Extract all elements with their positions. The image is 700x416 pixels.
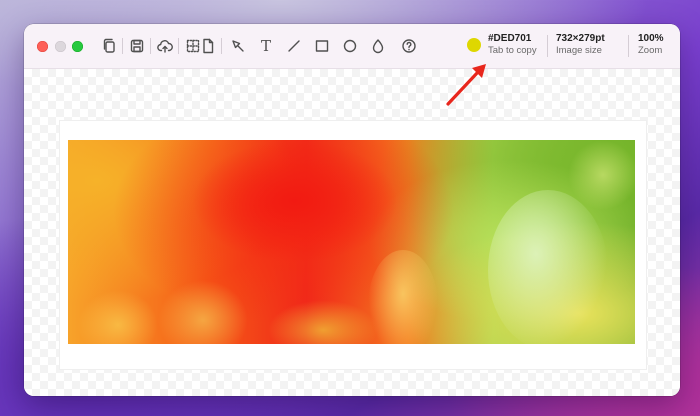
copy-icon[interactable] — [100, 37, 118, 55]
zoom-label: Zoom — [638, 45, 663, 56]
close-window-button[interactable] — [37, 41, 48, 52]
zoom-value: 100% — [638, 33, 664, 44]
toolbar-divider — [628, 35, 629, 57]
upload-icon[interactable] — [156, 37, 174, 55]
toolbar: T #DED701 Tab to copy 732×279pt Image si… — [24, 24, 680, 69]
save-icon[interactable] — [128, 37, 146, 55]
rectangle-icon[interactable] — [313, 37, 331, 55]
picked-color-info[interactable]: #DED701 Tab to copy — [488, 33, 537, 57]
canvas-area[interactable] — [24, 69, 680, 396]
app-window: T #DED701 Tab to copy 732×279pt Image si… — [24, 24, 680, 396]
text-icon[interactable]: T — [257, 37, 275, 55]
picked-color-hint: Tab to copy — [488, 45, 537, 56]
picked-color-hex: #DED701 — [488, 33, 532, 44]
annotation-arrow — [446, 64, 486, 106]
zoom-window-button[interactable] — [72, 41, 83, 52]
colorful-abstract-image[interactable] — [68, 140, 635, 344]
toolbar-divider — [150, 38, 151, 54]
toolbar-divider — [547, 35, 548, 57]
toolbar-divider — [122, 38, 123, 54]
toolbar-divider — [221, 38, 222, 54]
page-icon[interactable] — [199, 37, 217, 55]
help-icon[interactable] — [400, 37, 418, 55]
pen-icon[interactable] — [229, 37, 247, 55]
image-size-value: 732×279pt — [556, 33, 605, 44]
zoom-info: 100% Zoom — [638, 33, 664, 57]
ellipse-icon[interactable] — [341, 37, 359, 55]
toolbar-divider — [178, 38, 179, 54]
document-page — [59, 120, 647, 370]
minimize-window-button[interactable] — [55, 41, 66, 52]
image-size-info: 732×279pt Image size — [556, 33, 605, 57]
image-size-label: Image size — [556, 45, 602, 56]
picked-color-swatch[interactable] — [467, 38, 481, 52]
line-icon[interactable] — [285, 37, 303, 55]
fill-drop-icon[interactable] — [369, 37, 387, 55]
